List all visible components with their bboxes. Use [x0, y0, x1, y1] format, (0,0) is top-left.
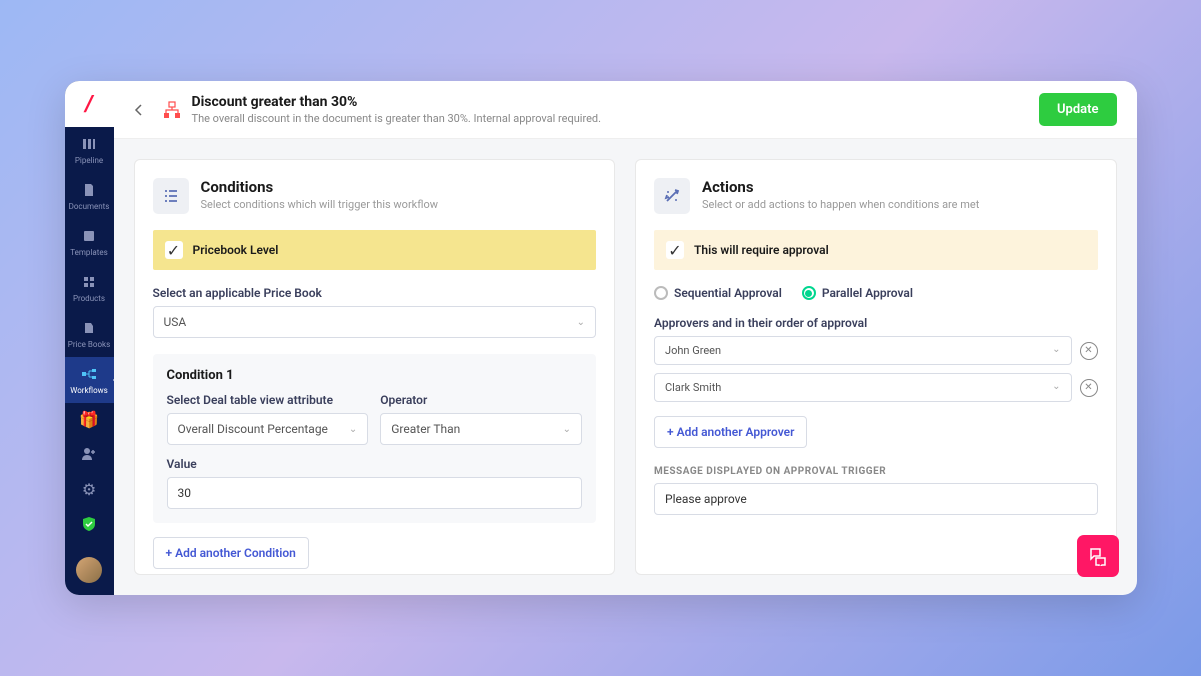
back-button[interactable]	[134, 102, 150, 118]
chevron-down-icon: ⌄	[1052, 381, 1060, 394]
radio-label: Parallel Approval	[822, 286, 913, 300]
sidebar-item-pricebooks[interactable]: Price Books	[65, 311, 114, 357]
message-label: MESSAGE DISPLAYED ON APPROVAL TRIGGER	[654, 466, 1098, 477]
sidebar-item-shield[interactable]	[65, 508, 114, 543]
conditions-icon	[153, 178, 189, 214]
attribute-select[interactable]: Overall Discount Percentage ⌄	[167, 413, 369, 445]
pricebook-level-banner: ✓ Pricebook Level	[153, 230, 597, 270]
org-chart-icon	[162, 100, 182, 120]
pipeline-icon	[80, 135, 98, 153]
select-value: Greater Than	[391, 422, 460, 436]
update-button[interactable]: Update	[1039, 93, 1117, 126]
pricebook-select[interactable]: USA ⌄	[153, 306, 597, 338]
check-icon: ✓	[666, 241, 684, 259]
operator-label: Operator	[380, 393, 582, 407]
sidebar-item-adduser[interactable]	[65, 438, 114, 473]
conditions-panel: Conditions Select conditions which will …	[134, 159, 616, 575]
chevron-down-icon: ⌄	[577, 317, 585, 328]
approver-row: Clark Smith ⌄ ✕	[654, 373, 1098, 402]
sidebar-item-templates[interactable]: Templates	[65, 219, 114, 265]
app-window: / Pipeline Documents Templates Products …	[65, 81, 1137, 595]
chevron-down-icon: ⌄	[563, 424, 571, 435]
radio-sequential[interactable]: Sequential Approval	[654, 286, 782, 300]
panel-header: Actions Select or add actions to happen …	[654, 178, 1098, 214]
main: Discount greater than 30% The overall di…	[114, 81, 1137, 595]
value-label: Value	[167, 457, 583, 471]
approver-select[interactable]: John Green ⌄	[654, 336, 1072, 365]
radio-icon	[802, 286, 816, 300]
gear-icon: ⚙	[80, 480, 98, 498]
sidebar-item-label: Documents	[69, 202, 110, 211]
panel-title: Actions	[702, 178, 979, 196]
approval-banner: ✓ This will require approval	[654, 230, 1098, 270]
page-subtitle: The overall discount in the document is …	[192, 112, 1039, 125]
panel-subtitle: Select or add actions to happen when con…	[702, 198, 979, 211]
shield-icon	[80, 515, 98, 533]
sidebar-item-label: Products	[73, 294, 105, 303]
approver-select[interactable]: Clark Smith ⌄	[654, 373, 1072, 402]
document-icon	[80, 181, 98, 199]
avatar[interactable]	[76, 557, 102, 583]
attribute-label: Select Deal table view attribute	[167, 393, 369, 407]
condition-1: Condition 1 Select Deal table view attri…	[153, 354, 597, 523]
panel-title: Conditions	[201, 178, 439, 196]
value-input[interactable]	[167, 477, 583, 509]
panel-header: Conditions Select conditions which will …	[153, 178, 597, 214]
sidebar-item-workflows[interactable]: Workflows	[65, 357, 114, 403]
gift-icon: 🎁	[80, 410, 98, 428]
panel-subtitle: Select conditions which will trigger thi…	[201, 198, 439, 211]
chevron-down-icon: ⌄	[349, 424, 357, 435]
actions-icon	[654, 178, 690, 214]
sidebar-item-products[interactable]: Products	[65, 265, 114, 311]
approval-type-radios: Sequential Approval Parallel Approval	[654, 286, 1098, 300]
template-icon	[80, 227, 98, 245]
chevron-down-icon: ⌄	[1052, 344, 1060, 357]
banner-text: This will require approval	[694, 243, 829, 257]
select-value: John Green	[665, 344, 721, 357]
sidebar-item-documents[interactable]: Documents	[65, 173, 114, 219]
condition-title: Condition 1	[167, 368, 583, 383]
banner-text: Pricebook Level	[193, 243, 279, 257]
chat-fab[interactable]	[1077, 535, 1119, 577]
radio-parallel[interactable]: Parallel Approval	[802, 286, 913, 300]
add-condition-button[interactable]: + Add another Condition	[153, 537, 309, 569]
approver-row: John Green ⌄ ✕	[654, 336, 1098, 365]
sidebar-item-pipeline[interactable]: Pipeline	[65, 127, 114, 173]
workflow-icon	[80, 365, 98, 383]
sidebar-item-label: Workflows	[70, 386, 108, 395]
products-icon	[80, 273, 98, 291]
select-value: Overall Discount Percentage	[178, 422, 328, 436]
sidebar-item-gift[interactable]: 🎁	[65, 403, 114, 438]
header: Discount greater than 30% The overall di…	[114, 81, 1137, 139]
radio-icon	[654, 286, 668, 300]
select-value: USA	[164, 315, 187, 329]
check-icon: ✓	[165, 241, 183, 259]
select-value: Clark Smith	[665, 381, 721, 394]
pricebook-icon	[80, 319, 98, 337]
sidebar-item-label: Templates	[70, 248, 107, 257]
actions-panel: Actions Select or add actions to happen …	[635, 159, 1117, 575]
add-approver-button[interactable]: + Add another Approver	[654, 416, 807, 448]
logo[interactable]: /	[65, 81, 114, 127]
page-title: Discount greater than 30%	[192, 94, 1039, 110]
operator-select[interactable]: Greater Than ⌄	[380, 413, 582, 445]
sidebar: / Pipeline Documents Templates Products …	[65, 81, 114, 595]
header-text: Discount greater than 30% The overall di…	[192, 94, 1039, 125]
chat-icon	[1088, 546, 1108, 566]
sidebar-item-label: Pipeline	[75, 156, 103, 165]
user-plus-icon	[80, 445, 98, 463]
sidebar-item-settings[interactable]: ⚙	[65, 473, 114, 508]
pricebook-label: Select an applicable Price Book	[153, 286, 597, 300]
sidebar-item-label: Price Books	[68, 340, 110, 349]
content: Conditions Select conditions which will …	[114, 139, 1137, 595]
message-input[interactable]	[654, 483, 1098, 515]
remove-approver-button[interactable]: ✕	[1080, 379, 1098, 397]
remove-approver-button[interactable]: ✕	[1080, 342, 1098, 360]
radio-label: Sequential Approval	[674, 286, 782, 300]
approvers-label: Approvers and in their order of approval	[654, 316, 1098, 330]
